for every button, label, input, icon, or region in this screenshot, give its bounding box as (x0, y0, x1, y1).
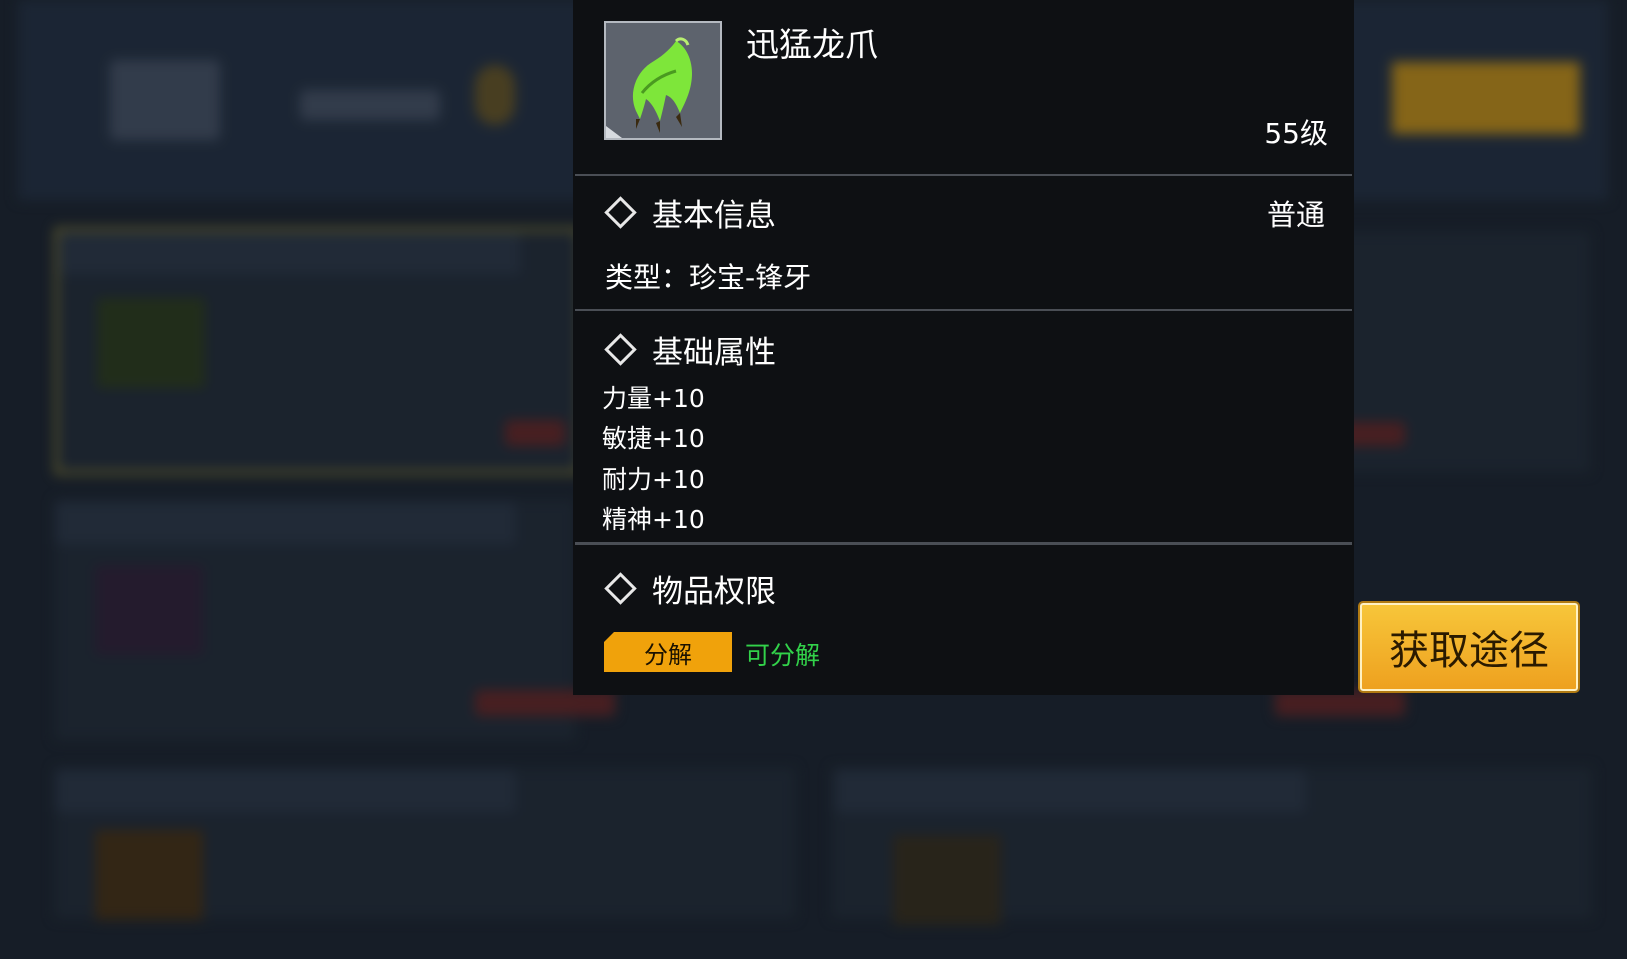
stat-line: 耐力+10 (602, 465, 705, 494)
item-type: 类型：珍宝-锋牙 (605, 261, 812, 294)
base-attributes-title: 基础属性 (603, 327, 776, 372)
item-tooltip-panel: 迅猛龙爪 55级 基本信息 普通 类型：珍宝-锋牙 基础属性 力量+10 敏捷+… (573, 0, 1354, 695)
acquire-path-label: 获取途径 (1389, 628, 1549, 674)
permissions-title: 物品权限 (603, 566, 776, 611)
divider (575, 174, 1352, 176)
green-dragon-claw-icon (632, 37, 692, 133)
decompose-tag: 分解 (604, 632, 732, 672)
stat-line: 敏捷+10 (602, 424, 705, 453)
divider (575, 542, 1352, 545)
stat-line: 精神+10 (602, 505, 705, 534)
section-title-label: 物品权限 (652, 574, 776, 610)
item-name: 迅猛龙爪 (746, 25, 878, 64)
basic-info-title: 基本信息 (603, 190, 776, 235)
diamond-icon (604, 572, 637, 605)
icon-frame-corner (606, 126, 622, 138)
divider (575, 309, 1352, 311)
acquire-path-button[interactable]: 获取途径 (1360, 603, 1578, 691)
item-icon-frame (604, 21, 722, 140)
section-title-label: 基本信息 (652, 198, 776, 234)
stat-line: 力量+10 (602, 384, 705, 413)
rarity-label: 普通 (1266, 198, 1325, 232)
diamond-icon (604, 333, 637, 366)
item-level: 55级 (1264, 117, 1328, 150)
decompose-tag-label: 分解 (644, 640, 692, 669)
decompose-state: 可分解 (745, 641, 821, 670)
diamond-icon (604, 196, 637, 229)
section-title-label: 基础属性 (652, 335, 776, 371)
